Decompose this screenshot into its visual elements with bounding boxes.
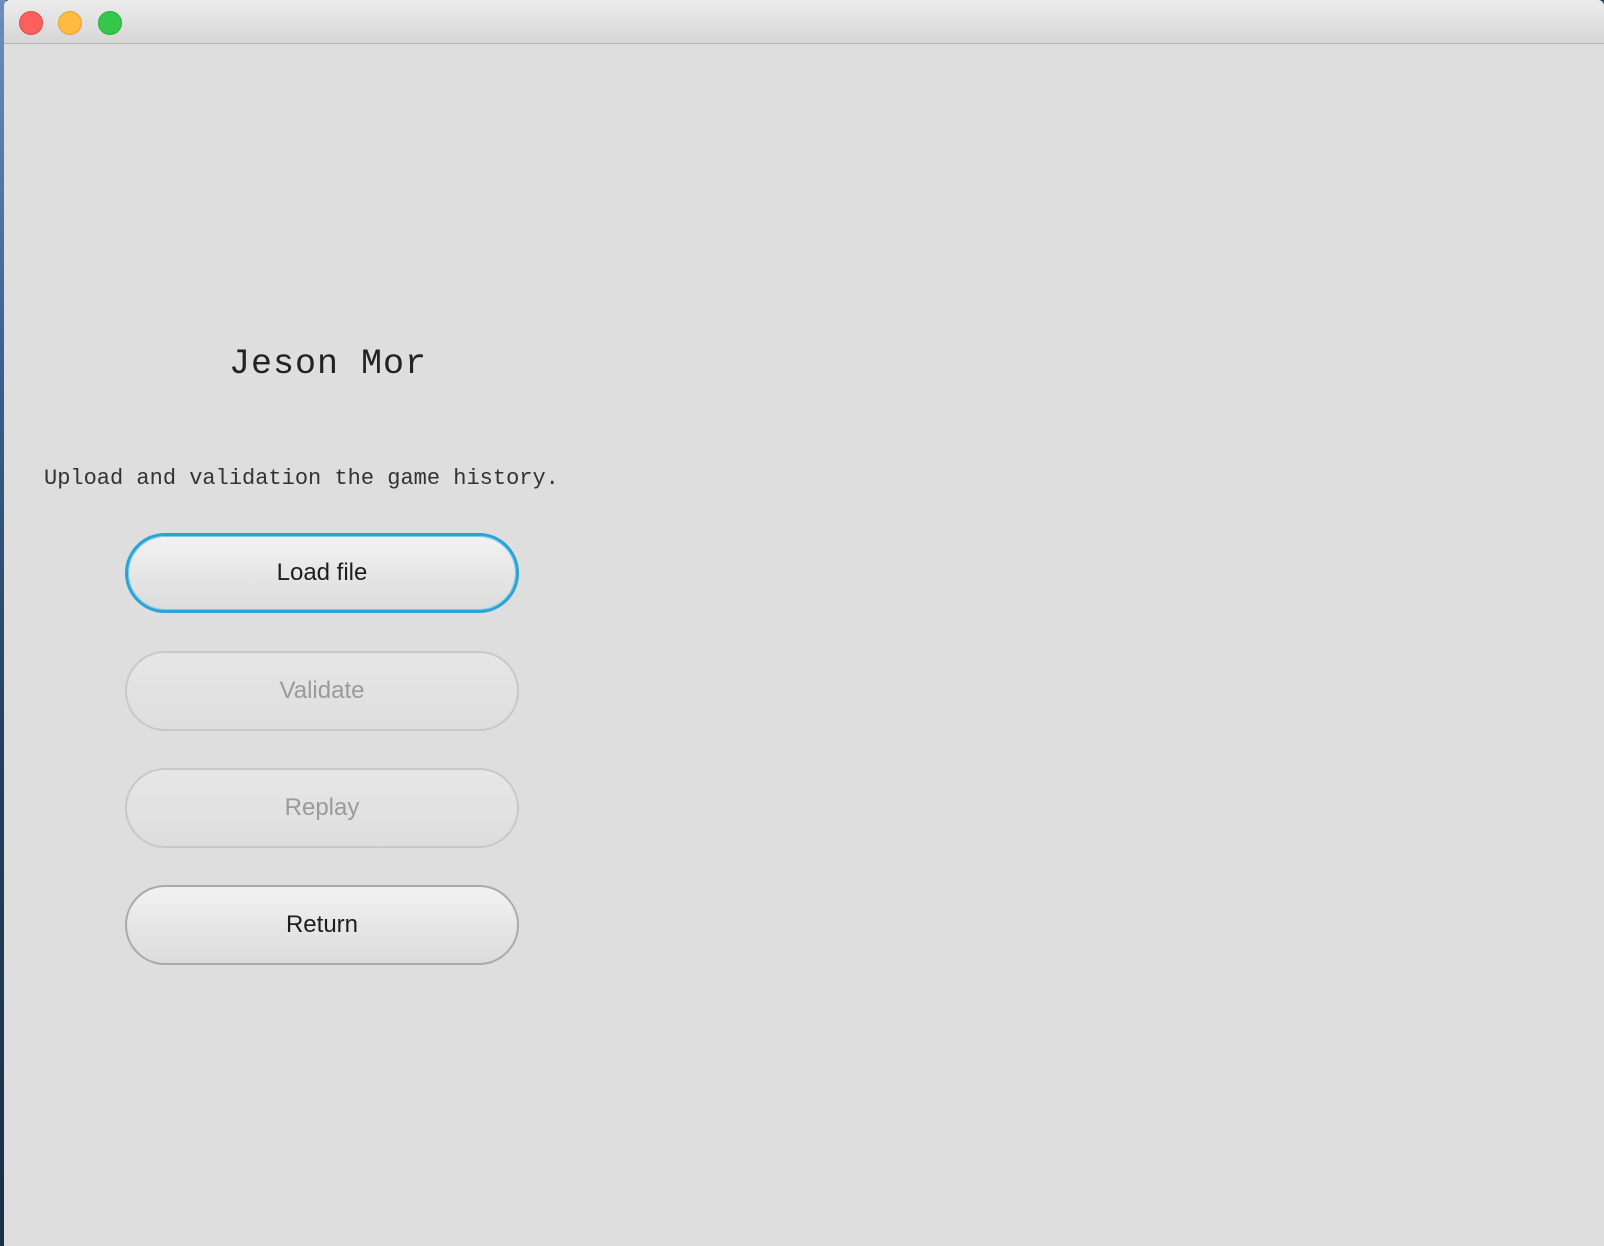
page-subtitle: Upload and validation the game history. [44, 466, 559, 491]
page-title: Jeson Mor [228, 344, 428, 384]
window-titlebar[interactable] [4, 0, 1604, 44]
load-file-button[interactable]: Load file [125, 533, 519, 613]
validate-button[interactable]: Validate [125, 651, 519, 731]
close-window-icon[interactable] [19, 11, 43, 35]
app-window: Jeson Mor Upload and validation the game… [4, 0, 1604, 1246]
replay-button[interactable]: Replay [125, 768, 519, 848]
return-button[interactable]: Return [125, 885, 519, 965]
minimize-window-icon[interactable] [58, 11, 82, 35]
zoom-window-icon[interactable] [98, 11, 122, 35]
